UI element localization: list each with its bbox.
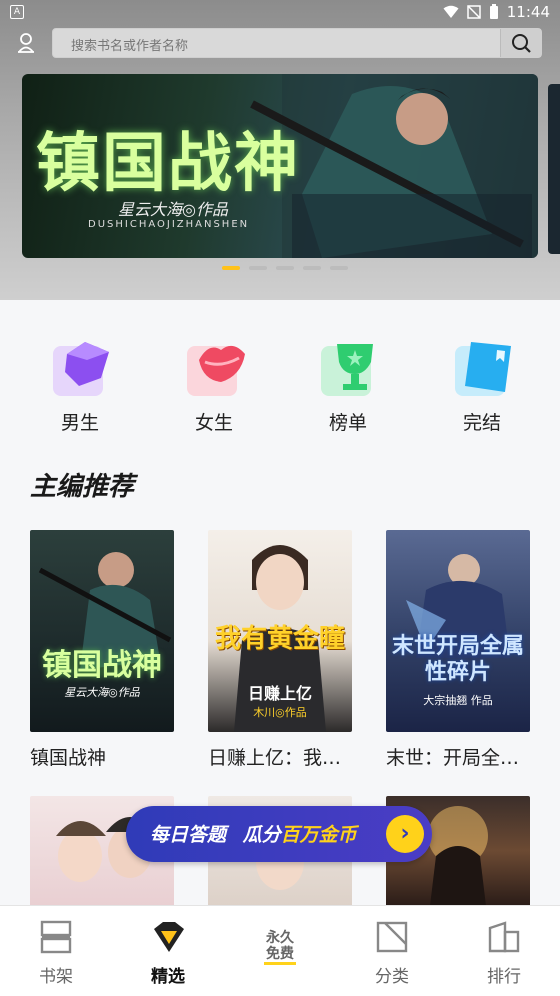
lips-icon <box>185 336 245 396</box>
search-button[interactable] <box>500 29 541 57</box>
user-icon[interactable] <box>16 32 36 54</box>
banner-dot[interactable] <box>276 266 294 270</box>
promo-highlight: 百万金币 <box>280 824 357 846</box>
section-title: 主编推荐 <box>30 466 155 503</box>
search-placeholder: 搜索书名或作者名称 <box>71 39 189 54</box>
battery-icon <box>489 4 498 19</box>
free-forever-label: 永久免费 <box>264 930 296 965</box>
status-bar: A 11:44 <box>0 0 560 24</box>
featured-icon <box>151 920 185 954</box>
category-girls[interactable]: 女生 <box>174 330 254 435</box>
banner-author: 星云大海◎作品 <box>118 200 228 219</box>
trophy-icon <box>319 336 377 396</box>
cover-title: 末世开局全属性碎片 <box>392 634 525 685</box>
cover-subtitle: 日赚上亿 <box>247 684 312 703</box>
search-row: 搜索书名或作者名称 <box>0 28 560 58</box>
main-content: 男生 女生 榜单 完结 主编推荐 镇国战神 星云大海◎作品 镇国战神 我有黄金瞳… <box>0 300 560 906</box>
cover-author: 木川◎作品 <box>253 706 307 719</box>
tab-ranking[interactable]: 排行 <box>448 906 560 996</box>
bottom-tab-bar: 书架 精选 永久免费 分类 排行 <box>0 905 560 996</box>
bookshelf-icon <box>39 920 73 954</box>
cover-author: 星云大海◎作品 <box>64 686 140 699</box>
tab-label: 分类 <box>375 967 409 987</box>
book-cover: 我有黄金瞳 日赚上亿 木川◎作品 <box>208 530 352 732</box>
tab-label: 排行 <box>487 967 521 987</box>
banner-pagination <box>222 266 348 270</box>
category-label: 男生 <box>60 412 99 434</box>
daily-quiz-banner[interactable]: 每日答题 瓜分百万金币 › <box>126 806 432 862</box>
boy-gem-icon <box>51 336 109 396</box>
status-time: 11:44 <box>506 3 550 21</box>
book-title: 镇国战神 <box>30 747 107 769</box>
book-cover: 末世开局全属性碎片 大宗抽翘 作品 <box>386 530 530 732</box>
cover-author: 大宗抽翘 作品 <box>423 694 493 707</box>
banner-dot[interactable] <box>249 266 267 270</box>
category-ranking[interactable]: 榜单 <box>308 330 388 435</box>
cover-title: 我有黄金瞳 <box>214 624 345 654</box>
category-label: 完结 <box>462 412 501 434</box>
book-card[interactable]: 镇国战神 星云大海◎作品 镇国战神 <box>30 530 174 770</box>
search-icon <box>512 34 531 53</box>
tab-bookshelf[interactable]: 书架 <box>0 906 112 996</box>
free-forever-icon: 永久免费 <box>250 930 310 965</box>
search-input[interactable]: 搜索书名或作者名称 <box>52 28 542 58</box>
category-boys[interactable]: 男生 <box>40 330 120 435</box>
book-card[interactable]: 末世开局全属性碎片 大宗抽翘 作品 末世：开局全… <box>386 530 530 770</box>
book-title: 末世：开局全… <box>386 747 520 769</box>
wifi-icon <box>443 5 459 18</box>
cover-title: 镇国战神 <box>42 648 162 683</box>
category-icon <box>375 920 409 954</box>
no-signal-icon <box>467 5 481 19</box>
ranking-icon <box>487 920 521 954</box>
category-label: 榜单 <box>328 412 367 434</box>
banner-title: 镇国战神 <box>36 127 300 201</box>
next-banner-peek[interactable] <box>548 84 560 254</box>
status-icons: 11:44 <box>443 3 550 21</box>
banner-dot[interactable] <box>222 266 240 270</box>
banner-dot[interactable] <box>330 266 348 270</box>
tab-free-forever[interactable]: 永久免费 <box>224 906 336 996</box>
tab-label: 书架 <box>39 967 73 987</box>
book-card[interactable]: 我有黄金瞳 日赚上亿 木川◎作品 日赚上亿：我… <box>208 530 352 770</box>
promo-text-b: 瓜分 <box>242 824 281 846</box>
category-completed[interactable]: 完结 <box>442 330 522 435</box>
promo-text-a: 每日答题 <box>150 824 227 846</box>
banner-dot[interactable] <box>303 266 321 270</box>
section-title-text: 主编推荐 <box>30 472 135 502</box>
promo-text: 每日答题 瓜分百万金币 <box>150 820 357 847</box>
category-label: 女生 <box>194 412 233 434</box>
banner-pinyin: DUSHICHAOJIZHANSHEN <box>88 219 250 230</box>
book-complete-icon <box>453 336 511 396</box>
tab-category[interactable]: 分类 <box>336 906 448 996</box>
notification-badge-icon: A <box>10 5 24 19</box>
book-title: 日赚上亿：我… <box>208 747 342 769</box>
featured-banner[interactable]: 镇国战神 星云大海◎作品 DUSHICHAOJIZHANSHEN <box>22 74 538 258</box>
book-cover: 镇国战神 星云大海◎作品 <box>30 530 174 732</box>
promo-arrow-button[interactable]: › <box>386 815 424 853</box>
tab-featured[interactable]: 精选 <box>112 906 224 996</box>
tab-label: 精选 <box>151 967 185 987</box>
category-row: 男生 女生 榜单 完结 <box>0 330 560 440</box>
